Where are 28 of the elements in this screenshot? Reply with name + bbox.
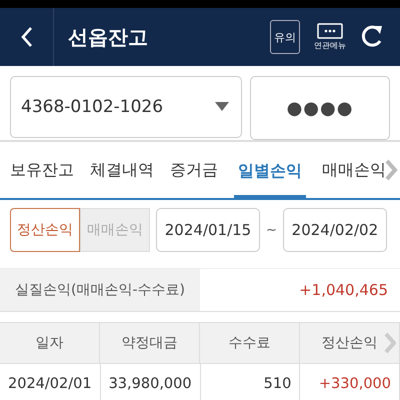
date-field[interactable]: 2024/01/15	[156, 208, 260, 252]
tab[interactable]: 일별손익	[234, 143, 306, 199]
dropdown-arrow-icon	[215, 102, 229, 112]
screen-title: 선옵잔고	[68, 24, 149, 50]
table-cell: 510	[200, 364, 300, 400]
column-header: 수수료	[200, 323, 300, 363]
tab[interactable]: 매매손익	[322, 142, 386, 198]
table-cell: +330,000	[300, 364, 400, 400]
column-header: 정산손익	[300, 323, 400, 363]
tab[interactable]: 체결내역	[90, 142, 154, 198]
related-menu-button[interactable]: 연관메뉴	[314, 23, 346, 51]
toggle-option[interactable]: 정산손익	[10, 208, 80, 252]
summary-value: +1,040,465	[298, 280, 389, 301]
back-icon	[20, 26, 34, 48]
range-separator: ~	[266, 222, 277, 238]
column-header: 약정대금	[100, 323, 200, 363]
tab[interactable]: 보유잔고	[10, 142, 74, 198]
table-cell: 33,980,000	[100, 364, 201, 400]
password-field[interactable]: ●●●●	[250, 76, 390, 140]
column-header: 일자	[0, 323, 100, 363]
notice-button[interactable]: 유의	[270, 20, 300, 54]
summary-label: 실질손익(매매손익-수수료)	[0, 269, 200, 311]
table-cell: 2024/02/01	[0, 364, 101, 400]
tab[interactable]: 증거금	[170, 142, 218, 198]
date-field[interactable]: 2024/02/02	[282, 208, 387, 252]
refresh-icon	[360, 22, 384, 48]
more-icon	[317, 23, 343, 39]
account-dropdown[interactable]: 4368-0102-1026	[10, 76, 242, 138]
